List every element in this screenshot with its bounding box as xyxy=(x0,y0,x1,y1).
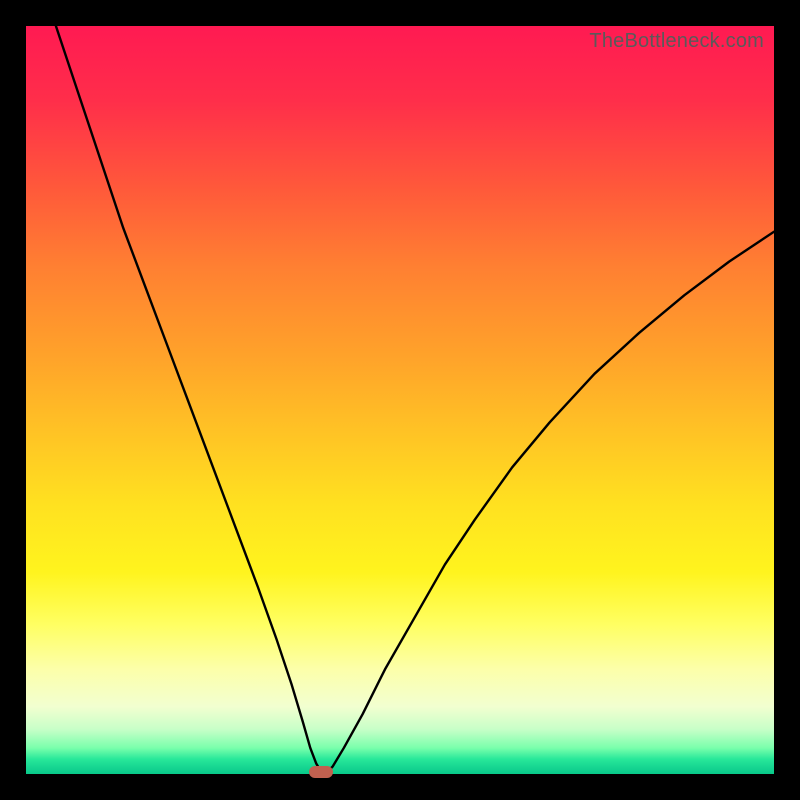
bottleneck-curve xyxy=(26,26,774,774)
chart-frame: TheBottleneck.com xyxy=(0,0,800,800)
optimal-point-marker xyxy=(309,766,333,778)
plot-area: TheBottleneck.com xyxy=(26,26,774,774)
